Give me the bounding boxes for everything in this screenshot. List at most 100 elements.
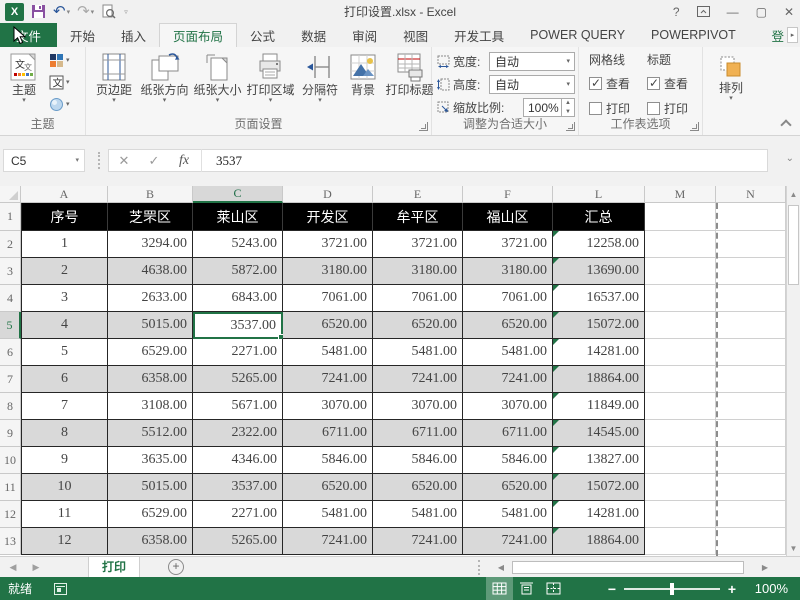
horizontal-scroll-thumb[interactable]	[512, 561, 744, 574]
row-header-4[interactable]: 4	[0, 285, 21, 312]
cell-C3[interactable]: 5872.00	[193, 258, 283, 285]
row-header-12[interactable]: 12	[0, 501, 21, 528]
print-area-button[interactable]: 打印区域▾	[244, 49, 297, 119]
cell-A6[interactable]: 5	[21, 339, 108, 366]
cell-E10[interactable]: 5846.00	[373, 447, 463, 474]
cell-F13[interactable]: 7241.00	[463, 528, 553, 555]
cell-B11[interactable]: 5015.00	[108, 474, 193, 501]
maximize-button[interactable]: ▢	[756, 5, 767, 19]
cell-A3[interactable]: 2	[21, 258, 108, 285]
cell-E13[interactable]: 7241.00	[373, 528, 463, 555]
normal-view-button[interactable]	[486, 577, 513, 600]
cell-A9[interactable]: 8	[21, 420, 108, 447]
cell-B10[interactable]: 3635.00	[108, 447, 193, 474]
column-header-L[interactable]: L	[553, 186, 645, 203]
tab-insert[interactable]: 插入	[108, 23, 159, 47]
cell-C4[interactable]: 6843.00	[193, 285, 283, 312]
vertical-scroll-thumb[interactable]	[788, 205, 799, 285]
help-button[interactable]: ?	[673, 5, 680, 19]
zoom-slider-thumb[interactable]	[670, 583, 674, 595]
column-header-N[interactable]: N	[716, 186, 786, 203]
page-layout-view-button[interactable]	[513, 577, 540, 600]
tab-power-query[interactable]: POWER QUERY	[517, 23, 638, 47]
sheet-options-dialog-launcher[interactable]	[690, 122, 699, 131]
row-header-9[interactable]: 9	[0, 420, 21, 447]
cell-M3[interactable]	[645, 258, 716, 285]
background-button[interactable]: 背景	[343, 49, 383, 119]
tab-developer[interactable]: 开发工具	[441, 23, 517, 47]
cell-N11[interactable]	[716, 474, 786, 501]
cell-A11[interactable]: 10	[21, 474, 108, 501]
ribbon-display-options-button[interactable]	[697, 6, 710, 17]
tab-powerpivot[interactable]: POWERPIVOT	[638, 23, 749, 47]
cell-F7[interactable]: 7241.00	[463, 366, 553, 393]
cell-L7[interactable]: 18864.00	[553, 366, 645, 393]
column-header-D[interactable]: D	[283, 186, 373, 203]
cell-M13[interactable]	[645, 528, 716, 555]
cell-C13[interactable]: 5265.00	[193, 528, 283, 555]
cell-A5[interactable]: 4	[21, 312, 108, 339]
breaks-button[interactable]: 分隔符▾	[297, 49, 343, 119]
cell-F6[interactable]: 5481.00	[463, 339, 553, 366]
cell-F11[interactable]: 6520.00	[463, 474, 553, 501]
orientation-button[interactable]: 纸张方向▾	[138, 49, 191, 119]
cell-F8[interactable]: 3070.00	[463, 393, 553, 420]
row-header-13[interactable]: 13	[0, 528, 21, 555]
zoom-out-button[interactable]: −	[604, 581, 620, 597]
cell-L5[interactable]: 15072.00	[553, 312, 645, 339]
cell-F2[interactable]: 3721.00	[463, 231, 553, 258]
cell-F3[interactable]: 3180.00	[463, 258, 553, 285]
cell-E5[interactable]: 6520.00	[373, 312, 463, 339]
cell-C1[interactable]: 莱山区	[193, 203, 283, 231]
cell-L8[interactable]: 11849.00	[553, 393, 645, 420]
cell-C7[interactable]: 5265.00	[193, 366, 283, 393]
cell-N7[interactable]	[716, 366, 786, 393]
cell-B4[interactable]: 2633.00	[108, 285, 193, 312]
cell-E1[interactable]: 牟平区	[373, 203, 463, 231]
cell-M5[interactable]	[645, 312, 716, 339]
cell-N4[interactable]	[716, 285, 786, 312]
cell-M2[interactable]	[645, 231, 716, 258]
cell-B6[interactable]: 6529.00	[108, 339, 193, 366]
cell-A13[interactable]: 12	[21, 528, 108, 555]
size-button[interactable]: 纸张大小▾	[191, 49, 244, 119]
row-header-3[interactable]: 3	[0, 258, 21, 285]
expand-arrow-icon[interactable]: ▸	[787, 27, 798, 43]
column-header-F[interactable]: F	[463, 186, 553, 203]
hscroll-left-icon[interactable]: ◀	[494, 560, 508, 575]
column-header-C[interactable]: C	[193, 186, 283, 203]
cell-M6[interactable]	[645, 339, 716, 366]
cell-N10[interactable]	[716, 447, 786, 474]
cell-D8[interactable]: 3070.00	[283, 393, 373, 420]
theme-fonts-button[interactable]: 文 ▾	[47, 72, 72, 92]
insert-function-icon[interactable]: fx	[169, 153, 199, 169]
cell-E6[interactable]: 5481.00	[373, 339, 463, 366]
tab-scroll-splitter[interactable]	[478, 560, 480, 575]
customize-qat-button[interactable]: ▿	[124, 3, 128, 21]
cell-E9[interactable]: 6711.00	[373, 420, 463, 447]
save-button[interactable]	[31, 3, 46, 21]
cell-D7[interactable]: 7241.00	[283, 366, 373, 393]
cell-N13[interactable]	[716, 528, 786, 555]
row-header-5[interactable]: 5	[0, 312, 21, 339]
cell-D6[interactable]: 5481.00	[283, 339, 373, 366]
cell-A10[interactable]: 9	[21, 447, 108, 474]
tab-page-layout[interactable]: 页面布局	[159, 23, 237, 47]
row-header-6[interactable]: 6	[0, 339, 21, 366]
cell-M10[interactable]	[645, 447, 716, 474]
print-titles-button[interactable]: 打印标题	[383, 49, 436, 119]
cell-B3[interactable]: 4638.00	[108, 258, 193, 285]
page-setup-dialog-launcher[interactable]	[419, 122, 428, 131]
cell-M7[interactable]	[645, 366, 716, 393]
scroll-up-icon[interactable]: ▲	[787, 186, 800, 202]
cell-M4[interactable]	[645, 285, 716, 312]
cell-C11[interactable]: 3537.00	[193, 474, 283, 501]
cell-E12[interactable]: 5481.00	[373, 501, 463, 528]
cell-N9[interactable]	[716, 420, 786, 447]
zoom-in-button[interactable]: +	[724, 581, 740, 597]
cell-L3[interactable]: 13690.00	[553, 258, 645, 285]
cell-M1[interactable]	[645, 203, 716, 231]
cell-M11[interactable]	[645, 474, 716, 501]
formula-bar-splitter[interactable]	[98, 152, 100, 169]
height-dropdown[interactable]: 自动▾	[489, 75, 575, 94]
